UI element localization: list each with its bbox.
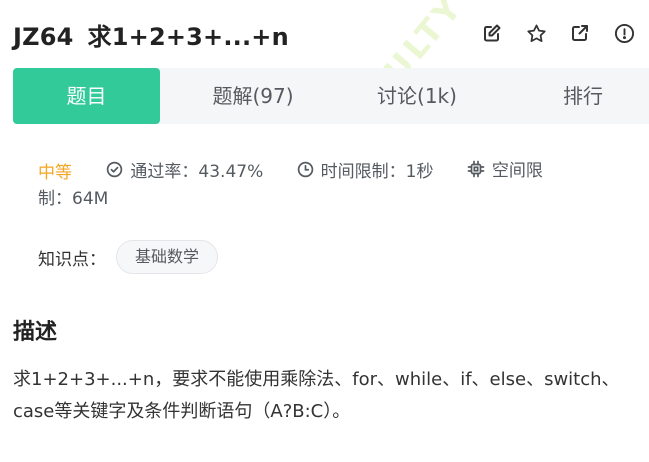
description-title: 描述 [13, 320, 58, 345]
problem-code: JZ64 [13, 23, 74, 51]
difficulty-badge: 中等 [38, 162, 72, 183]
knowledge-points: 知识点： 基础数学 [38, 240, 219, 274]
clock-icon [297, 161, 313, 177]
knowledge-label: 知识点： [38, 249, 106, 270]
space-limit-text-part2: 制：64M [38, 189, 109, 209]
tab-discussion[interactable]: 讨论(1k) [352, 68, 482, 124]
alert-circle-icon[interactable] [613, 22, 635, 44]
header-actions [481, 22, 635, 44]
tab-problem[interactable]: 题目 [13, 68, 160, 124]
tab-solutions[interactable]: 题解(97) [188, 68, 318, 124]
space-limit-text-part1: 空间限 [491, 161, 543, 181]
chip-icon [467, 160, 485, 177]
knowledge-tag[interactable]: 基础数学 [116, 240, 219, 274]
check-circle-icon [107, 161, 123, 177]
time-limit-text: 时间限制：1秒 [320, 161, 434, 182]
page-title: JZ64 求1+2+3+...+n [13, 17, 289, 52]
description-text: 求1+2+3+...+n，要求不能使用乘除法、for、while、if、else… [13, 369, 620, 422]
tab-ranking[interactable]: 排行 [533, 68, 633, 124]
star-icon[interactable] [525, 22, 547, 44]
problem-title: 求1+2+3+...+n [87, 23, 289, 51]
problem-header: JZ64 求1+2+3+...+n [0, 0, 649, 66]
pass-rate-text: 通过率：43.47% [130, 161, 264, 182]
space-limit: 空间限 [467, 156, 543, 181]
edit-icon[interactable] [481, 22, 503, 44]
problem-meta-wrap: 制：64M [38, 184, 108, 209]
time-limit: 时间限制：1秒 [297, 157, 434, 182]
pass-rate: 通过率：43.47% [106, 157, 263, 182]
problem-meta: 中等 通过率：43.47% 时间限制：1秒 空间限 [38, 156, 543, 183]
problem-tabs: 题目 题解(97) 讨论(1k) 排行 [13, 68, 649, 124]
external-link-icon[interactable] [569, 22, 591, 44]
